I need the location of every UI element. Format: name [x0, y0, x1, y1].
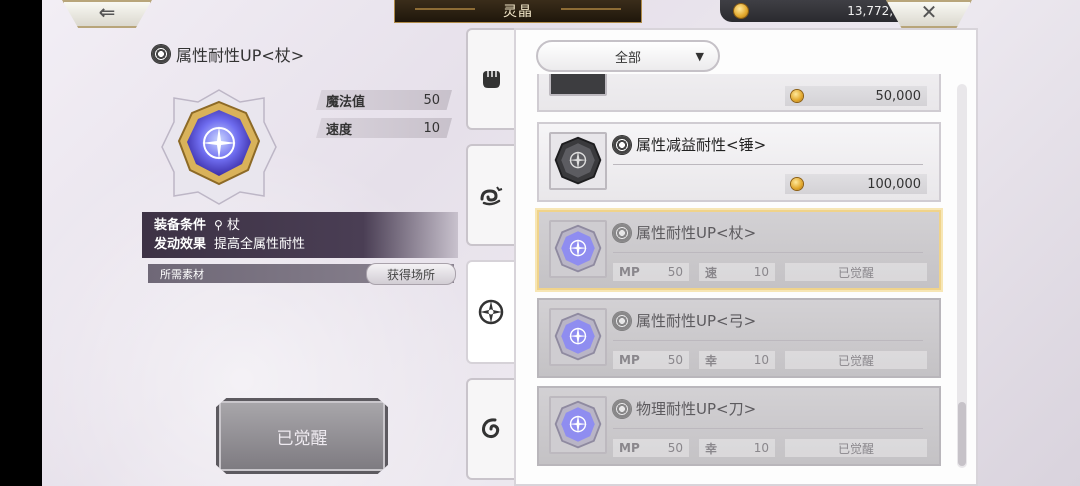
stat-mp: MP 50	[613, 263, 689, 281]
stat-label: 速	[705, 265, 718, 280]
item-price: 50,000	[785, 86, 927, 106]
materials-label: 所需素材	[160, 267, 204, 281]
sun-emblem-icon	[152, 45, 170, 63]
stat-label: MP	[619, 441, 640, 455]
divider	[613, 428, 923, 429]
stat-mp: MP 50	[613, 351, 689, 369]
stat-label: 幸	[705, 441, 718, 456]
stat-secondary: 速 10	[699, 263, 775, 281]
sun-emblem-icon	[613, 311, 631, 330]
stat-value: 10	[753, 441, 769, 455]
equip-condition-value: 杖	[226, 218, 240, 233]
item-title: 属性耐性UP<杖>	[152, 42, 304, 66]
awakened-button[interactable]: 已觉醒	[216, 398, 388, 474]
staff-icon: ⚲	[214, 218, 223, 232]
list-item[interactable]: 属性耐性UP<弓> MP 50 幸 10 已觉醒	[537, 298, 941, 378]
obtain-location-button[interactable]: 获得场所	[366, 263, 456, 285]
stat-secondary: 幸 10	[699, 439, 775, 457]
tab-swirl[interactable]	[466, 144, 514, 246]
tab-compass[interactable]	[466, 260, 514, 364]
screen-edge	[0, 0, 42, 486]
divider	[613, 340, 923, 341]
coin-icon	[791, 90, 803, 102]
scrollbar-thumb[interactable]	[958, 402, 966, 466]
spiral-icon	[482, 418, 500, 439]
tab-fist[interactable]	[466, 28, 514, 130]
close-icon: ✕	[920, 0, 938, 24]
item-name-row: 物理耐性UP<刀>	[613, 398, 756, 419]
awakened-status: 已觉醒	[785, 351, 927, 369]
stat-value: 50	[423, 92, 440, 108]
stat-value: 10	[423, 120, 440, 136]
tab-spiral[interactable]	[466, 378, 514, 480]
stat-value: 10	[753, 353, 769, 367]
dark-crystal-icon	[549, 132, 607, 190]
divider	[613, 252, 923, 253]
stat-label: 幸	[705, 353, 718, 368]
equip-condition-label: 装备条件	[154, 218, 207, 233]
stat-row-speed: 速度 10	[316, 118, 452, 138]
back-arrow-icon: ⇐	[98, 0, 116, 24]
stat-row-magic: 魔法值 50	[316, 90, 452, 110]
price-value: 50,000	[875, 88, 922, 104]
divider	[613, 164, 923, 165]
equip-condition-row: 装备条件 ⚲ 杖	[154, 216, 458, 235]
equip-info-box: 装备条件 ⚲ 杖 发动效果 提高全属性耐性	[142, 212, 458, 258]
price-value: 100,000	[867, 176, 921, 192]
item-name: 属性减益耐性<锤>	[636, 136, 767, 154]
item-price: 100,000	[785, 174, 927, 194]
item-name-row: 属性耐性UP<杖>	[613, 222, 756, 243]
item-name-row: 属性减益耐性<锤>	[613, 134, 766, 155]
stat-value: 50	[667, 265, 683, 279]
item-name-row: 属性耐性UP<弓>	[613, 310, 756, 331]
filter-selected: 全部	[614, 50, 641, 66]
crystal-gem-icon	[549, 308, 607, 366]
swirl-icon	[480, 186, 503, 206]
crystal-gem-icon	[161, 89, 277, 205]
page-title: 灵晶	[394, 0, 642, 23]
chevron-down-icon: ▼	[695, 50, 704, 63]
stat-value: 50	[667, 353, 683, 367]
stat-label: 速度	[326, 122, 353, 138]
list-item[interactable]: 属性减益耐性<锤> 100,000	[537, 122, 941, 202]
stat-mp: MP 50	[613, 439, 689, 457]
list-item[interactable]: 物理耐性UP<刀> MP 50 幸 10 已觉醒	[537, 386, 941, 466]
sun-emblem-icon	[613, 399, 631, 418]
sun-emblem-icon	[613, 135, 631, 154]
item-name: 属性耐性UP<弓>	[636, 312, 757, 330]
sun-emblem-icon	[613, 223, 631, 242]
awakened-status: 已觉醒	[785, 439, 927, 457]
list-item-selected[interactable]: 属性耐性UP<杖> MP 50 速 10 已觉醒	[537, 210, 941, 290]
effect-label: 发动效果	[154, 237, 207, 252]
crystal-gem-icon	[549, 396, 607, 454]
stat-value: 50	[667, 441, 683, 455]
compass-icon	[478, 299, 504, 325]
stat-label: MP	[619, 265, 640, 279]
item-name: 属性耐性UP<杖>	[636, 224, 757, 242]
stat-value: 10	[753, 265, 769, 279]
fist-icon	[483, 71, 500, 88]
effect-value: 提高全属性耐性	[214, 237, 306, 252]
awakened-status: 已觉醒	[785, 263, 927, 281]
stat-secondary: 幸 10	[699, 351, 775, 369]
item-name: 物理耐性UP<刀>	[636, 400, 757, 418]
stat-label: MP	[619, 353, 640, 367]
crystal-gem-icon	[549, 220, 607, 278]
item-name: 属性耐性UP<杖>	[176, 46, 305, 65]
coin-icon	[791, 178, 803, 190]
effect-row: 发动效果 提高全属性耐性	[154, 235, 458, 254]
filter-dropdown[interactable]: 全部 ▼	[536, 40, 720, 72]
stat-label: 魔法值	[326, 94, 366, 110]
coin-icon	[734, 4, 748, 18]
